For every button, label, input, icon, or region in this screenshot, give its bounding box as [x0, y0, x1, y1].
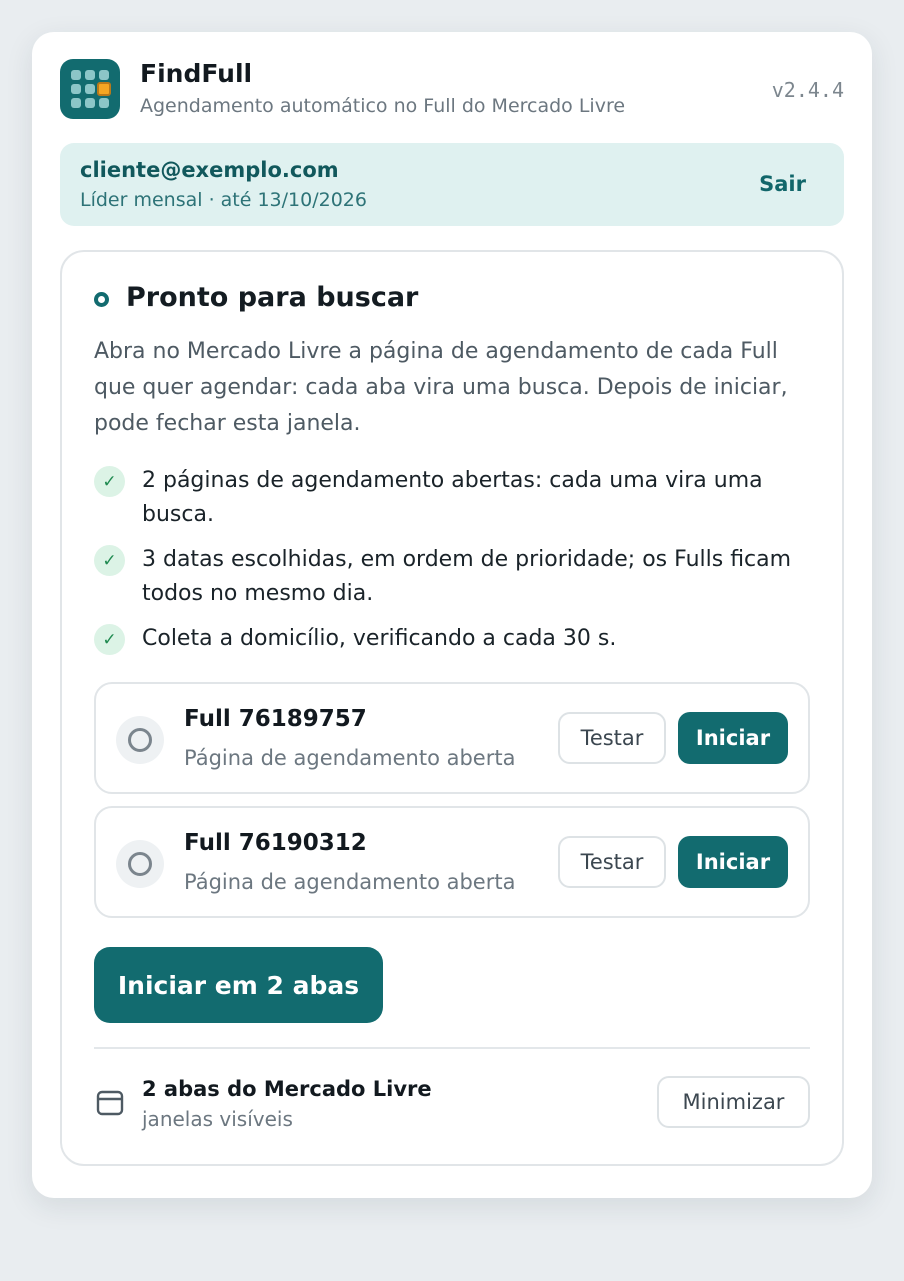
checklist-item-text: Coleta a domicílio, verificando a cada 3…	[142, 626, 617, 651]
check-icon: ✓	[94, 466, 125, 497]
start-button[interactable]: Iniciar	[678, 836, 788, 888]
minimize-button[interactable]: Minimizar	[657, 1076, 810, 1128]
tabs-visibility-label: janelas visíveis	[142, 1107, 293, 1131]
checklist-item-text: 3 datas escolhidas, em ordem de priorida…	[142, 547, 792, 606]
checklist-item: ✓ 3 datas escolhidas, em ordem de priori…	[94, 543, 814, 611]
full-radio[interactable]	[116, 840, 164, 888]
status-title: Pronto para buscar	[126, 282, 419, 313]
app-logo-icon	[60, 59, 120, 119]
full-radio[interactable]	[116, 716, 164, 764]
window-icon	[96, 1090, 124, 1116]
start-button[interactable]: Iniciar	[678, 712, 788, 764]
checklist-item: ✓ Coleta a domicílio, verificando a cada…	[94, 622, 814, 656]
app-title: FindFull	[140, 59, 253, 88]
full-status: Página de agendamento aberta	[184, 870, 516, 894]
full-item: Full 76189757 Página de agendamento aber…	[94, 682, 810, 794]
app-subtitle: Agendamento automático no Full do Mercad…	[140, 95, 626, 117]
checklist: ✓ 2 páginas de agendamento abertas: cada…	[94, 464, 814, 667]
popup-panel: FindFull Agendamento automático no Full …	[32, 32, 872, 1198]
version-label: v2.4.4	[771, 78, 844, 102]
logout-button[interactable]: Sair	[759, 172, 806, 196]
start-all-button[interactable]: Iniciar em 2 abas	[94, 947, 383, 1023]
tabs-count-title: 2 abas do Mercado Livre	[142, 1077, 432, 1101]
account-banner: cliente@exemplo.com Líder mensal · até 1…	[60, 143, 844, 226]
full-item: Full 76190312 Página de agendamento aber…	[94, 806, 810, 918]
full-name: Full 76189757	[184, 706, 367, 732]
full-status: Página de agendamento aberta	[184, 746, 516, 770]
radio-circle-icon	[128, 728, 152, 752]
check-icon: ✓	[94, 624, 125, 655]
header: FindFull Agendamento automático no Full …	[60, 59, 844, 121]
check-icon: ✓	[94, 545, 125, 576]
main-card: Pronto para buscar Abra no Mercado Livre…	[60, 250, 844, 1166]
full-name: Full 76190312	[184, 830, 367, 856]
checklist-item-text: 2 páginas de agendamento abertas: cada u…	[142, 468, 763, 527]
checklist-item: ✓ 2 páginas de agendamento abertas: cada…	[94, 464, 814, 532]
account-email: cliente@exemplo.com	[80, 158, 339, 182]
test-button[interactable]: Testar	[558, 836, 666, 888]
status-dot-icon	[94, 292, 109, 307]
status-description: Abra no Mercado Livre a página de agenda…	[94, 339, 788, 436]
divider	[94, 1047, 810, 1049]
account-plan: Líder mensal · até 13/10/2026	[80, 189, 367, 211]
test-button[interactable]: Testar	[558, 712, 666, 764]
radio-circle-icon	[128, 852, 152, 876]
